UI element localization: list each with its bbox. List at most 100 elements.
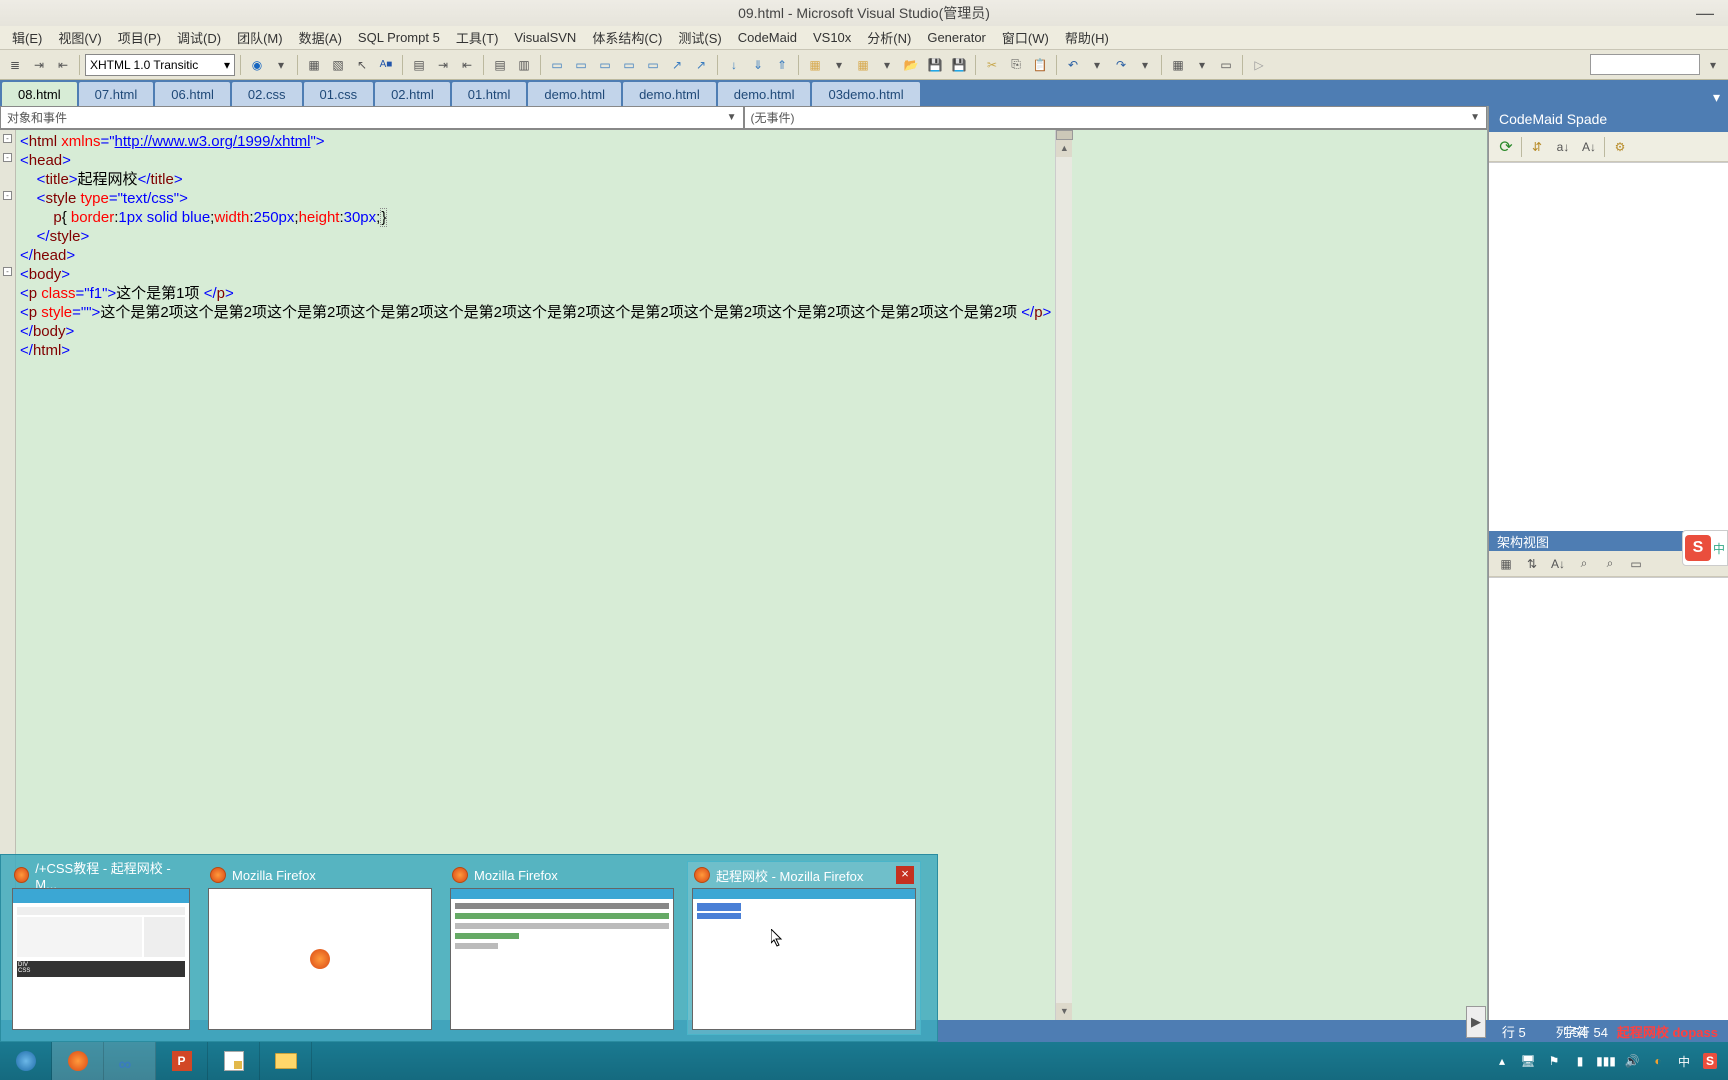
tray-signal-icon[interactable]: ▮▮▮ xyxy=(1598,1053,1614,1069)
taskbar-firefox[interactable] xyxy=(52,1042,104,1080)
indent-left-icon[interactable]: ≣ xyxy=(4,54,26,76)
object-selector[interactable]: 对象和事件 ▼ xyxy=(0,106,744,129)
chevron-down-icon[interactable]: ▾ xyxy=(270,54,292,76)
menu-item[interactable]: VS10x xyxy=(805,28,859,47)
chevron-down-icon[interactable]: ▾ xyxy=(1191,54,1213,76)
cut-icon[interactable]: ✂ xyxy=(981,54,1003,76)
menu-item[interactable]: 体系结构(C) xyxy=(584,26,670,49)
box-icon[interactable]: ▭ xyxy=(1625,553,1647,575)
nav-icon[interactable]: ▦ xyxy=(1167,54,1189,76)
preview-card-active[interactable]: 起程网校 - Mozilla Firefox × xyxy=(687,861,921,1035)
tray-monitor-icon[interactable]: 🖥 xyxy=(1520,1053,1536,1069)
chevron-down-icon[interactable]: ▾ xyxy=(1134,54,1156,76)
menu-item[interactable]: 窗口(W) xyxy=(994,26,1057,49)
add-item-icon[interactable]: ▦ xyxy=(852,54,874,76)
start-button[interactable] xyxy=(0,1042,52,1080)
window-icon[interactable]: ▭ xyxy=(570,54,592,76)
window-icon[interactable]: ▭ xyxy=(594,54,616,76)
preview-card[interactable]: Mozilla Firefox xyxy=(445,861,679,1035)
outdent-icon[interactable]: ⇤ xyxy=(52,54,74,76)
tray-sogou-icon[interactable]: S xyxy=(1702,1053,1718,1069)
window-icon[interactable]: ▭ xyxy=(642,54,664,76)
save-all-icon[interactable]: 💾 xyxy=(948,54,970,76)
tray-ime-icon[interactable]: 中 xyxy=(1676,1053,1692,1069)
sort-desc-icon[interactable]: A↓ xyxy=(1578,136,1600,158)
tray-up-icon[interactable]: ▴ xyxy=(1494,1053,1510,1069)
menu-item[interactable]: 工具(T) xyxy=(448,26,507,49)
redo-icon[interactable]: ↷ xyxy=(1110,54,1132,76)
menu-item[interactable]: 分析(N) xyxy=(859,26,919,49)
undo-icon[interactable]: ↶ xyxy=(1062,54,1084,76)
format-icon[interactable]: A■ xyxy=(375,54,397,76)
fold-toggle[interactable]: - xyxy=(3,134,12,143)
tab-03demohtml[interactable]: 03demo.html xyxy=(812,82,919,106)
folder-open-icon[interactable]: 📂 xyxy=(900,54,922,76)
tab-demohtml[interactable]: demo.html xyxy=(623,82,716,106)
menu-item[interactable]: 帮助(H) xyxy=(1057,26,1117,49)
new-project-icon[interactable]: ▦ xyxy=(804,54,826,76)
tray-battery-icon[interactable]: ▮ xyxy=(1572,1053,1588,1069)
taskbar-powerpoint[interactable]: P xyxy=(156,1042,208,1080)
copy-icon[interactable]: ⎘ xyxy=(1005,54,1027,76)
share-icon[interactable]: ↗ xyxy=(666,54,688,76)
tray-flag-icon[interactable]: ⚑ xyxy=(1546,1053,1562,1069)
menu-item[interactable]: 辑(E) xyxy=(4,26,50,49)
horizontal-scroll-right[interactable]: ▶ xyxy=(1466,1006,1486,1038)
sort-asc-icon[interactable]: a↓ xyxy=(1552,136,1574,158)
event-selector[interactable]: (无事件) ▼ xyxy=(744,106,1488,129)
chevron-down-icon[interactable]: ▾ xyxy=(828,54,850,76)
tab-02html[interactable]: 02.html xyxy=(375,82,450,106)
tab-01css[interactable]: 01.css xyxy=(304,82,374,106)
tab-demohtml[interactable]: demo.html xyxy=(718,82,811,106)
tab-06html[interactable]: 06.html xyxy=(155,82,230,106)
sort-icon[interactable]: A↓ xyxy=(1547,553,1569,575)
window-icon[interactable]: ▭ xyxy=(546,54,568,76)
minimize-icon[interactable]: — xyxy=(1696,3,1714,24)
tab-demohtml[interactable]: demo.html xyxy=(528,82,621,106)
fold-toggle[interactable]: - xyxy=(3,267,12,276)
menu-item[interactable]: 数据(A) xyxy=(291,26,350,49)
tabs-menu-icon[interactable]: ▾ xyxy=(1705,89,1728,106)
gear-icon[interactable]: ⚙ xyxy=(1609,136,1631,158)
fold-toggle[interactable]: - xyxy=(3,153,12,162)
doctype-select[interactable]: XHTML 1.0 Transitic ▾ xyxy=(85,54,235,76)
menu-item[interactable]: 视图(V) xyxy=(50,26,109,49)
close-icon[interactable]: × xyxy=(896,866,914,884)
page-icon[interactable]: ▦ xyxy=(303,54,325,76)
sort-icon[interactable]: ⇵ xyxy=(1526,136,1548,158)
vertical-scrollbar[interactable]: ▲ ▼ xyxy=(1055,130,1072,1020)
preview-card[interactable]: /+CSS教程 - 起程网校 - M... DIVCSS xyxy=(7,861,195,1035)
page-link-icon[interactable]: ▧ xyxy=(327,54,349,76)
filter-icon[interactable]: ⌕ xyxy=(1573,553,1595,575)
globe-icon[interactable]: ◉ xyxy=(246,54,268,76)
preview-card[interactable]: Mozilla Firefox xyxy=(203,861,437,1035)
refresh-icon[interactable]: ⟳ xyxy=(1495,136,1517,158)
chevron-down-icon[interactable]: ▾ xyxy=(1086,54,1108,76)
fold-toggle[interactable]: - xyxy=(3,191,12,200)
menu-item[interactable]: 测试(S) xyxy=(670,26,729,49)
indent-inc-icon[interactable]: ⇥ xyxy=(432,54,454,76)
sort-icon[interactable]: ⇅ xyxy=(1521,553,1543,575)
sogou-ime-badge[interactable]: S 中 xyxy=(1682,530,1728,566)
arrow-down-icon[interactable]: ↓ xyxy=(723,54,745,76)
search-input[interactable] xyxy=(1590,54,1700,75)
view-icon[interactable]: ▦ xyxy=(1495,553,1517,575)
menu-item[interactable]: 调试(D) xyxy=(169,26,229,49)
tab-07html[interactable]: 07.html xyxy=(79,82,154,106)
tab-08html[interactable]: 08.html xyxy=(2,82,77,106)
arrow-up-icon[interactable]: ⇑ xyxy=(771,54,793,76)
arrow-down-icon[interactable]: ⇓ xyxy=(747,54,769,76)
tab-02css[interactable]: 02.css xyxy=(232,82,302,106)
tray-volume-icon[interactable]: 🔊 xyxy=(1624,1053,1640,1069)
uncomment-icon[interactable]: ▥ xyxy=(513,54,535,76)
tray-app-icon[interactable]: ◐ xyxy=(1650,1053,1666,1069)
menu-item[interactable]: VisualSVN xyxy=(506,28,584,47)
taskbar-vs[interactable]: ∞ xyxy=(104,1042,156,1080)
cursor-icon[interactable]: ↖ xyxy=(351,54,373,76)
indent-icon[interactable]: ⇥ xyxy=(28,54,50,76)
taskbar-explorer[interactable] xyxy=(260,1042,312,1080)
menu-item[interactable]: Generator xyxy=(919,28,994,47)
taskbar-paint[interactable] xyxy=(208,1042,260,1080)
save-icon[interactable]: 💾 xyxy=(924,54,946,76)
menu-item[interactable]: SQL Prompt 5 xyxy=(350,28,448,47)
